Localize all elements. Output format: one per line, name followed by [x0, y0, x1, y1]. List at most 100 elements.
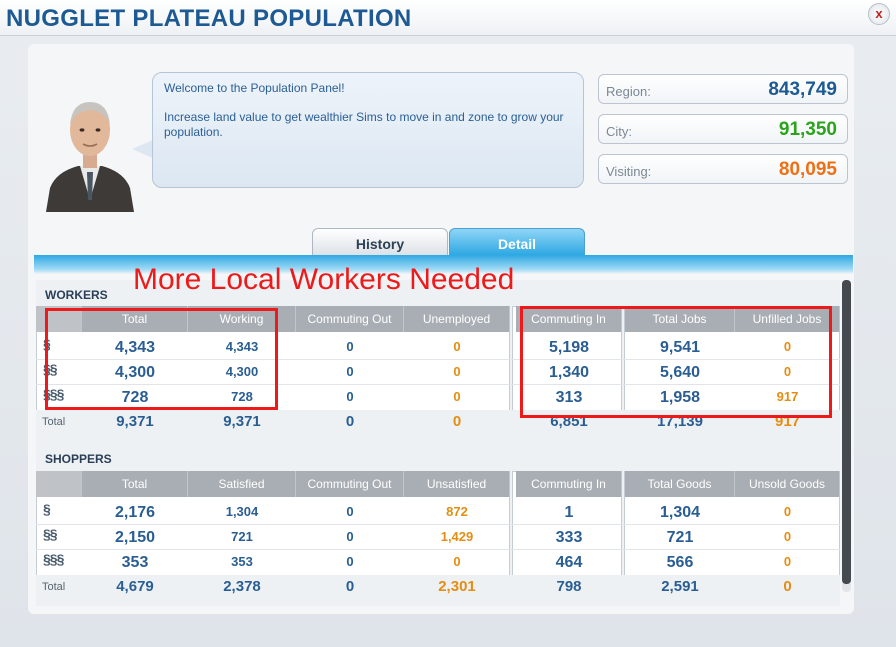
visiting-label: Visiting:	[606, 164, 652, 179]
shoppers-cell: 1,304	[225, 504, 259, 519]
shoppers-cell: 333	[555, 529, 583, 546]
shoppers-header-satisfied: Satisfied	[188, 471, 296, 497]
wealth-icon-3: §§§	[43, 551, 64, 567]
workers-header-unemployed: Unemployed	[404, 306, 510, 332]
workers-header-total: Total	[82, 306, 188, 332]
workers-header-unfilled-jobs: Unfilled Jobs	[735, 306, 840, 332]
shoppers-total-cell: 0	[783, 578, 792, 595]
workers-cell: 1,958	[659, 389, 701, 406]
workers-cell: 4,343	[225, 339, 259, 354]
workers-cell: 0	[453, 339, 461, 354]
shoppers-cell: 0	[783, 554, 792, 569]
shoppers-cell: 566	[666, 554, 694, 571]
shoppers-header-unsold-goods: Unsold Goods	[735, 471, 840, 497]
welcome-line-1: Welcome to the Population Panel!	[164, 81, 345, 95]
welcome-line-2: Increase land value to get wealthier Sim…	[164, 110, 564, 139]
shoppers-cell: 872	[446, 504, 468, 519]
workers-total-cell: 9,371	[223, 413, 261, 430]
shoppers-cell: 721	[666, 529, 694, 546]
region-label: Region:	[606, 84, 651, 99]
shoppers-cell: 0	[346, 529, 354, 544]
workers-cell: 917	[776, 389, 799, 404]
workers-total-cell: 0	[452, 413, 462, 430]
workers-cell: 4,343	[114, 339, 156, 356]
workers-cell: 0	[346, 389, 354, 404]
shoppers-section-title: SHOPPERS	[45, 452, 112, 466]
shoppers-cell: 0	[346, 554, 354, 569]
workers-cell: 0	[453, 364, 461, 379]
tab-history[interactable]: History	[312, 228, 448, 256]
shoppers-cell: 353	[231, 554, 253, 569]
close-icon: x	[875, 6, 883, 21]
advisor-avatar	[40, 80, 140, 212]
tab-detail[interactable]: Detail	[449, 228, 585, 256]
shoppers-cell: 0	[453, 554, 461, 569]
scrollbar[interactable]	[842, 280, 851, 592]
shoppers-cell: 464	[555, 554, 583, 571]
shoppers-header-corner	[36, 471, 82, 497]
shoppers-total-cell: 798	[556, 578, 582, 595]
workers-total-label: Total	[42, 416, 66, 428]
visiting-value: 80,095	[778, 159, 837, 180]
annotation-text: More Local Workers Needed	[133, 263, 515, 296]
shoppers-cell: 1,304	[659, 504, 701, 521]
region-value: 843,749	[768, 79, 837, 100]
close-button[interactable]: x	[868, 3, 890, 25]
shoppers-total-label: Total	[42, 581, 66, 593]
visiting-stat: Visiting: 80,095	[598, 154, 848, 184]
shoppers-cell: 721	[231, 529, 253, 544]
speech-bubble-tail	[132, 140, 153, 158]
shoppers-cell: 1	[564, 504, 574, 521]
shoppers-header-unsatisfied: Unsatisfied	[404, 471, 510, 497]
workers-cell: 4,300	[114, 364, 156, 381]
shoppers-total-cell: 2,378	[223, 578, 261, 595]
workers-header-total-jobs: Total Jobs	[625, 306, 735, 332]
window-title: NUGGLET PLATEAU POPULATION	[6, 5, 412, 32]
city-value: 91,350	[778, 119, 837, 140]
shoppers-header-commuting-out: Commuting Out	[296, 471, 404, 497]
shoppers-header-total: Total	[82, 471, 188, 497]
workers-cell: 728	[121, 389, 149, 406]
workers-row-divider	[36, 359, 840, 360]
shoppers-header-total-goods: Total Goods	[625, 471, 735, 497]
workers-total-cell: 6,851	[550, 413, 588, 430]
wealth-icon-2: §§	[43, 526, 58, 542]
shoppers-total-cell: 0	[345, 578, 355, 595]
shoppers-cell: 353	[121, 554, 149, 571]
shoppers-cell: 0	[783, 504, 792, 519]
workers-section-title: WORKERS	[45, 288, 108, 302]
shoppers-cell: 0	[783, 529, 792, 544]
shoppers-cell: 1,429	[440, 529, 474, 544]
welcome-message: Welcome to the Population Panel! Increas…	[152, 72, 584, 188]
workers-total-cell: 17,139	[657, 413, 703, 430]
workers-header-commuting-out: Commuting Out	[296, 306, 404, 332]
scrollbar-thumb[interactable]	[842, 280, 851, 584]
wealth-icon-3: §§§	[43, 386, 64, 402]
workers-cell: 0	[453, 389, 461, 404]
shoppers-header-commuting-in: Commuting In	[516, 471, 622, 497]
workers-cell: 1,340	[548, 364, 590, 381]
workers-total-cell: 917	[774, 413, 801, 430]
shoppers-total-cell: 4,679	[116, 578, 154, 595]
wealth-icon-2: §§	[43, 361, 58, 377]
region-stat: Region: 843,749	[598, 74, 848, 104]
shoppers-total-cell: 2,591	[661, 578, 699, 595]
city-stat: City: 91,350	[598, 114, 848, 144]
shoppers-cell: 2,176	[114, 504, 156, 521]
shoppers-cell: 0	[346, 504, 354, 519]
shoppers-cell: 2,150	[114, 529, 156, 546]
workers-total-cell: 9,371	[116, 413, 154, 430]
workers-cell: 5,198	[548, 339, 590, 356]
shoppers-row-divider	[36, 549, 840, 550]
shoppers-total-cell: 2,301	[438, 578, 476, 595]
city-label: City:	[606, 124, 632, 139]
workers-cell: 0	[346, 339, 354, 354]
workers-total-cell: 0	[345, 413, 355, 430]
workers-cell: 313	[555, 389, 583, 406]
workers-cell: 0	[783, 364, 792, 379]
workers-header-commuting-in: Commuting In	[516, 306, 622, 332]
workers-header-corner	[36, 306, 82, 332]
wealth-icon-1: §	[43, 336, 51, 352]
workers-cell: 9,541	[659, 339, 701, 356]
title-bar: NUGGLET PLATEAU POPULATION x	[0, 0, 896, 36]
